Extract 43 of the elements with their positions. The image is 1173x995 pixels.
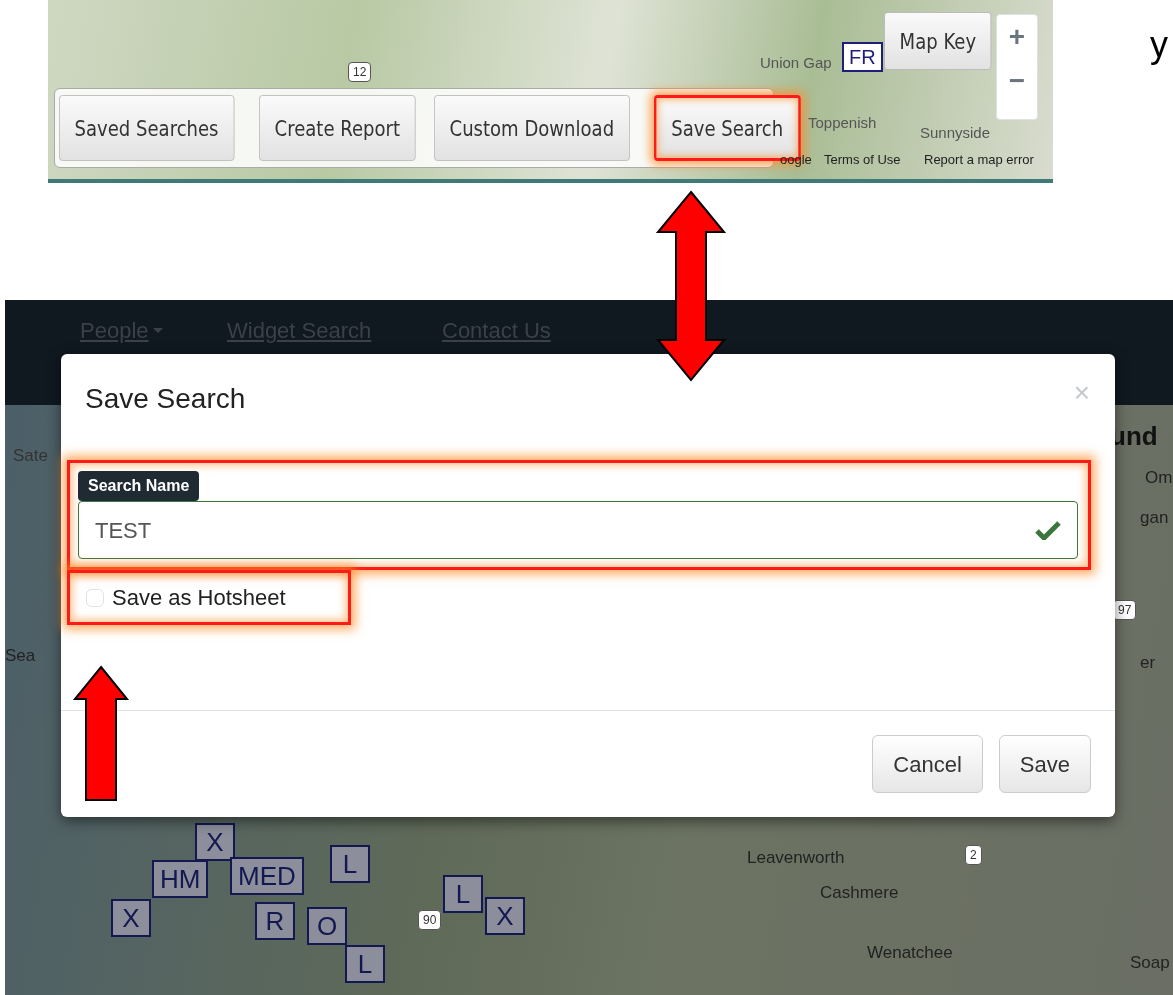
map-marker[interactable]: X — [485, 897, 525, 935]
checkbox-label: Save as Hotsheet — [112, 584, 286, 612]
modal-title: Save Search — [85, 382, 246, 416]
map-marker[interactable]: HM — [152, 860, 209, 898]
road-shield: 2 — [965, 845, 982, 865]
road-shield: 12 — [348, 62, 372, 82]
cancel-button[interactable]: Cancel — [872, 735, 983, 793]
map-marker[interactable]: O — [307, 907, 347, 945]
zoom-out-button[interactable]: − — [1007, 58, 1027, 103]
side-text: y — [1150, 23, 1168, 67]
map-label: Sea — [5, 645, 36, 667]
map-marker[interactable]: R — [255, 902, 295, 940]
text-field[interactable]: TEST — [78, 501, 1078, 559]
checkbox[interactable] — [86, 588, 104, 607]
zoom-in-button[interactable]: + — [1007, 15, 1027, 59]
map-label: Sunnyside — [920, 123, 991, 143]
road-shield: 97 — [1113, 600, 1137, 620]
map-label: Union Gap — [760, 53, 832, 73]
map-marker[interactable]: FR — [842, 42, 883, 72]
map-key-button[interactable]: Map Key — [884, 12, 992, 70]
field-label: Search Name — [78, 471, 200, 501]
attribution-text[interactable]: Terms of Use — [824, 150, 901, 170]
map-label: Wenatchee — [867, 942, 953, 964]
map-marker[interactable]: L — [330, 845, 370, 883]
attribution-text[interactable]: Report a map error — [924, 150, 1034, 170]
map-marker[interactable]: MED — [230, 857, 304, 895]
toolbar-button[interactable]: Custom Download — [433, 95, 630, 161]
map-marker[interactable]: L — [443, 875, 483, 913]
map-label: Leavenworth — [747, 847, 845, 869]
map-label: Om — [1145, 467, 1173, 489]
map-marker[interactable]: L — [345, 945, 385, 983]
toolbar-button[interactable]: Create Report — [258, 95, 416, 161]
road-shield: 90 — [418, 910, 442, 930]
map-label: er — [1140, 652, 1156, 674]
toolbar-button[interactable]: Saved Searches — [59, 95, 235, 161]
checkbox-row[interactable]: Save as Hotsheet — [67, 570, 351, 625]
map-label: gan — [1140, 507, 1169, 529]
map-marker[interactable]: X — [195, 823, 235, 861]
map-label: Soap — [1130, 952, 1170, 974]
save-button[interactable]: Save — [998, 735, 1091, 793]
map-marker[interactable]: X — [111, 899, 151, 937]
map-label: Toppenish — [808, 113, 877, 133]
map-label: Cashmere — [820, 882, 899, 904]
